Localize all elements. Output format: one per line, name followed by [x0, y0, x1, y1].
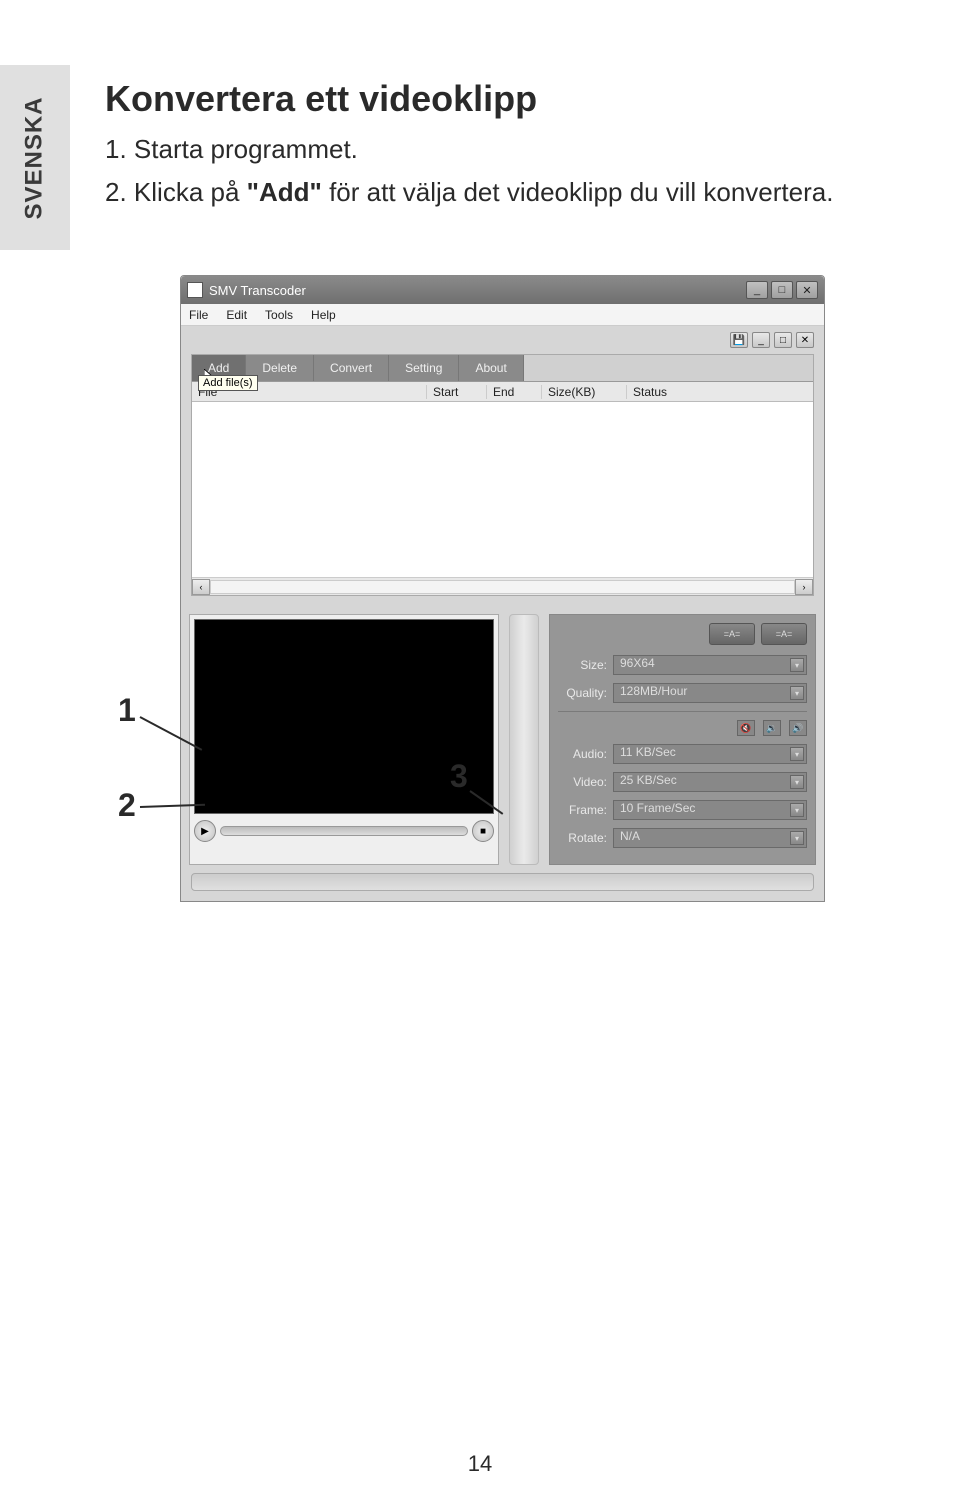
mute-icon[interactable]: 🔇	[737, 720, 755, 736]
audio-row: Audio: 11 KB/Sec▾	[558, 744, 807, 764]
action-tabs: Add Add file(s) Delete Convert Setting A…	[192, 355, 813, 382]
maximize-button[interactable]: □	[771, 281, 793, 299]
step-1-num: 1.	[105, 134, 127, 164]
page-heading: Konvertera ett videoklipp	[105, 78, 900, 120]
step-2: 2. Klicka på "Add" för att välja det vid…	[105, 173, 900, 212]
rotate-row: Rotate: N/A▾	[558, 828, 807, 848]
setting-tab[interactable]: Setting	[389, 355, 459, 381]
about-tab[interactable]: About	[459, 355, 523, 381]
rotate-label: Rotate:	[558, 831, 613, 845]
mark-end-button[interactable]: ■	[472, 820, 494, 842]
language-label: SVENSKA	[21, 96, 49, 219]
chevron-down-icon: ▾	[790, 831, 804, 845]
preview-panel: ▶ ■	[189, 614, 499, 865]
callout-2: 2	[118, 787, 136, 824]
chevron-down-icon: ▾	[790, 686, 804, 700]
mini-close-icon[interactable]: ✕	[796, 332, 814, 348]
col-size[interactable]: Size(KB)	[542, 385, 627, 399]
step-1: 1. Starta programmet.	[105, 130, 900, 169]
chevron-down-icon: ▾	[790, 775, 804, 789]
quality-row: Quality: 128MB/Hour▾	[558, 683, 807, 703]
language-tab: SVENSKA	[0, 65, 70, 250]
player-controls: ▶ ■	[194, 820, 494, 842]
size-label: Size:	[558, 658, 613, 672]
video-row: Video: 25 KB/Sec▾	[558, 772, 807, 792]
aspect-icons: =A= =A=	[558, 623, 807, 645]
col-end[interactable]: End	[487, 385, 542, 399]
add-tab-label: Add	[208, 361, 229, 375]
scroll-track[interactable]	[210, 580, 795, 594]
minimize-button[interactable]: _	[746, 281, 768, 299]
frame-label: Frame:	[558, 803, 613, 817]
col-start[interactable]: Start	[427, 385, 487, 399]
h-scrollbar[interactable]: ‹ ›	[192, 577, 813, 595]
rotate-select[interactable]: N/A▾	[613, 828, 807, 848]
window-title: SMV Transcoder	[209, 283, 746, 298]
lower-panel: ▶ ■ =A= =A= Size: 96X64▾ Quality: 128MB/…	[181, 606, 824, 873]
content-area: Konvertera ett videoklipp 1. Starta prog…	[105, 78, 900, 216]
col-status[interactable]: Status	[627, 385, 813, 399]
menu-file[interactable]: File	[189, 308, 208, 322]
step-2-bold: "Add"	[247, 177, 322, 207]
video-preview	[194, 619, 494, 814]
chevron-down-icon: ▾	[790, 803, 804, 817]
step-1-text: Starta programmet.	[134, 134, 358, 164]
size-row: Size: 96X64▾	[558, 655, 807, 675]
mini-minimize-icon[interactable]: _	[752, 332, 770, 348]
size-select[interactable]: 96X64▾	[613, 655, 807, 675]
audio-select[interactable]: 11 KB/Sec▾	[613, 744, 807, 764]
settings-panel: =A= =A= Size: 96X64▾ Quality: 128MB/Hour…	[549, 614, 816, 865]
quality-select[interactable]: 128MB/Hour▾	[613, 683, 807, 703]
app-screenshot: SMV Transcoder _ □ ✕ File Edit Tools Hel…	[180, 275, 825, 902]
settings-divider	[558, 711, 807, 712]
callout-3: 3	[450, 758, 468, 795]
audio-icons: 🔇 🔉 🔊	[558, 720, 807, 736]
aspect-b-icon[interactable]: =A=	[761, 623, 807, 645]
file-list	[192, 402, 813, 577]
app-icon	[187, 282, 203, 298]
progress-bar	[191, 873, 814, 891]
aspect-a-icon[interactable]: =A=	[709, 623, 755, 645]
column-headers: File Start End Size(KB) Status	[192, 382, 813, 402]
play-button[interactable]: ▶	[194, 820, 216, 842]
menu-tools[interactable]: Tools	[265, 308, 293, 322]
frame-select[interactable]: 10 Frame/Sec▾	[613, 800, 807, 820]
frame-row: Frame: 10 Frame/Sec▾	[558, 800, 807, 820]
add-tab[interactable]: Add Add file(s)	[192, 355, 246, 381]
page-number: 14	[0, 1451, 960, 1477]
step-2-post: för att välja det videoklipp du vill kon…	[322, 177, 834, 207]
convert-tab[interactable]: Convert	[314, 355, 389, 381]
seek-bar[interactable]	[220, 826, 468, 836]
add-tooltip: Add file(s)	[198, 375, 258, 391]
menubar: File Edit Tools Help	[181, 304, 824, 326]
video-select[interactable]: 25 KB/Sec▾	[613, 772, 807, 792]
chevron-down-icon: ▾	[790, 658, 804, 672]
menu-help[interactable]: Help	[311, 308, 336, 322]
file-panel: Add Add file(s) Delete Convert Setting A…	[191, 354, 814, 596]
step-2-num: 2.	[105, 177, 127, 207]
window-controls: _ □ ✕	[746, 281, 818, 299]
divider-strip	[509, 614, 539, 865]
save-icon[interactable]: 💾	[730, 332, 748, 348]
upper-toolbar: 💾 _ □ ✕	[181, 326, 824, 354]
vol-down-icon[interactable]: 🔉	[763, 720, 781, 736]
vol-up-icon[interactable]: 🔊	[789, 720, 807, 736]
scroll-left-icon[interactable]: ‹	[192, 579, 210, 595]
app-window: SMV Transcoder _ □ ✕ File Edit Tools Hel…	[180, 275, 825, 902]
titlebar: SMV Transcoder _ □ ✕	[181, 276, 824, 304]
close-button[interactable]: ✕	[796, 281, 818, 299]
mini-maximize-icon[interactable]: □	[774, 332, 792, 348]
scroll-right-icon[interactable]: ›	[795, 579, 813, 595]
quality-label: Quality:	[558, 686, 613, 700]
video-label: Video:	[558, 775, 613, 789]
menu-edit[interactable]: Edit	[226, 308, 247, 322]
audio-label: Audio:	[558, 747, 613, 761]
step-2-pre: Klicka på	[134, 177, 247, 207]
chevron-down-icon: ▾	[790, 747, 804, 761]
callout-1: 1	[118, 692, 136, 729]
